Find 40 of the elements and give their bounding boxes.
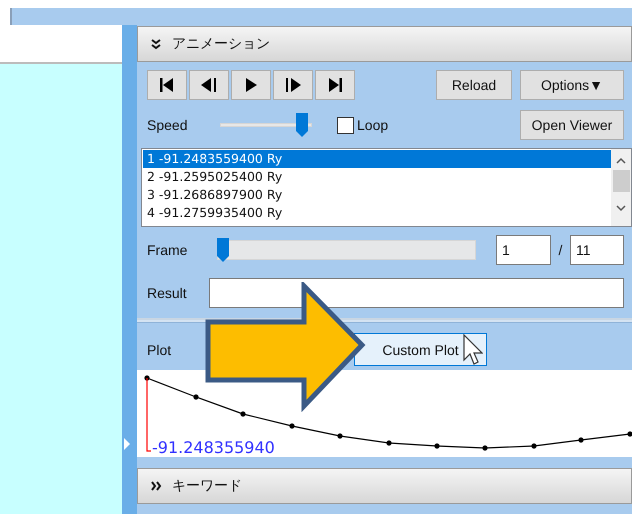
frame-label: Frame	[147, 242, 188, 258]
scrollbar[interactable]	[611, 149, 631, 226]
open-viewer-button[interactable]: Open Viewer	[520, 110, 624, 140]
scroll-down-icon[interactable]	[615, 203, 627, 213]
step-forward-icon	[285, 77, 301, 93]
loop-label: Loop	[357, 117, 388, 133]
step-back-icon	[201, 77, 217, 93]
media-button[interactable]	[147, 70, 187, 100]
media-button[interactable]	[315, 70, 355, 100]
result-label: Result	[147, 285, 188, 301]
play-icon	[243, 77, 259, 93]
section-header[interactable]: アニメーション	[137, 26, 632, 62]
skip-start-icon	[159, 77, 175, 93]
total-frames-field[interactable]: 11	[570, 235, 624, 265]
options-button[interactable]: Options▼	[520, 70, 624, 100]
list-item[interactable]: 2 -91.2595025400 Ry	[143, 168, 611, 186]
chevron-right-icon[interactable]	[150, 480, 162, 492]
slider-thumb[interactable]	[217, 238, 229, 262]
list-item[interactable]: 3 -91.2686897900 Ry	[143, 186, 611, 204]
result-list[interactable]: 1 -91.2483559400 Ry 2 -91.2595025400 Ry 3 -91.2686897900 Ry 4 -91.2759935400 Ry	[141, 148, 632, 227]
list-item[interactable]: 4 -91.2759935400 Ry	[143, 204, 611, 222]
scroll-up-icon[interactable]	[615, 156, 627, 166]
list-item[interactable]: 1 -91.2483559400 Ry	[143, 150, 611, 168]
value-label: -91.248355940	[152, 438, 275, 457]
loop-checkbox[interactable]	[337, 116, 354, 134]
section-header[interactable]: キーワード	[137, 468, 632, 504]
slider-track[interactable]	[217, 240, 476, 260]
result-field[interactable]	[209, 278, 624, 308]
separator-label: /	[558, 242, 564, 258]
media-button[interactable]	[231, 70, 271, 100]
skip-end-icon	[327, 77, 343, 93]
frame-field[interactable]: 1	[496, 235, 551, 265]
media-button[interactable]	[189, 70, 229, 100]
chevron-down-icon[interactable]	[150, 38, 162, 50]
plot-label: Plot	[147, 342, 172, 358]
scrollbar-thumb[interactable]	[612, 170, 630, 192]
reload-button[interactable]: Reload	[436, 70, 512, 100]
media-button[interactable]	[273, 70, 313, 100]
slider-thumb[interactable]	[296, 113, 308, 137]
speed-label: Speed	[147, 117, 188, 133]
